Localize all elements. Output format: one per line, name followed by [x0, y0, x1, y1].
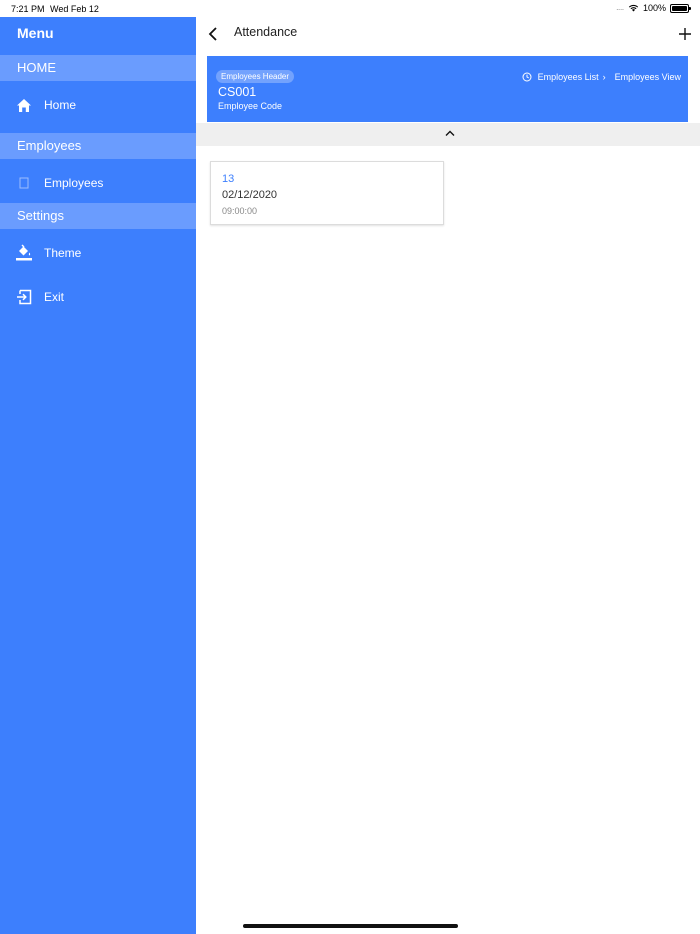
sidebar-item-label: Exit: [44, 290, 65, 304]
section-settings: Settings: [0, 203, 196, 229]
home-indicator: [243, 924, 458, 928]
section-employees: Employees: [0, 133, 196, 159]
attendance-record-card[interactable]: 13 02/12/2020 09:00:00: [210, 161, 444, 225]
menu-title: Menu: [17, 25, 54, 41]
sidebar-item-label: Home: [44, 98, 77, 112]
exit-icon: [15, 288, 33, 306]
sidebar-menu: Menu HOME Home Employees Employees Setti…: [0, 17, 196, 934]
employee-header-card: Employees Header CS001 Employee Code Emp…: [207, 56, 688, 122]
sidebar-item-label: Employees: [44, 176, 104, 190]
breadcrumb-separator-icon: ›: [602, 72, 606, 82]
collapse-header-button[interactable]: [196, 123, 700, 146]
header-chip: Employees Header: [216, 70, 295, 83]
wifi-icon: [628, 4, 639, 12]
breadcrumb-employees-view[interactable]: Employees View: [615, 72, 681, 82]
add-icon[interactable]: [678, 27, 692, 41]
record-date: 02/12/2020: [222, 189, 278, 201]
status-date: Wed Feb 12: [50, 4, 99, 14]
section-home: HOME: [0, 55, 196, 81]
sidebar-item-employees[interactable]: Employees: [0, 168, 196, 198]
employees-icon: [15, 174, 33, 192]
signal-icon: ....: [616, 4, 624, 12]
back-chevron-icon[interactable]: [206, 26, 220, 42]
sidebar-item-home[interactable]: Home: [0, 90, 196, 120]
top-navigation-bar: Attendance: [196, 17, 700, 55]
employee-code-label: Employee Code: [218, 101, 283, 111]
paint-bucket-icon: [15, 244, 33, 262]
sidebar-item-theme[interactable]: Theme: [0, 238, 196, 268]
sidebar-item-label: Theme: [44, 246, 82, 260]
status-indicators: .... 100%: [616, 3, 691, 13]
breadcrumb-employees-list[interactable]: Employees List: [538, 72, 599, 82]
chevron-up-icon: [445, 130, 455, 136]
record-id: 13: [222, 173, 235, 185]
clock-icon: [522, 72, 532, 82]
page-title: Attendance: [234, 25, 298, 39]
battery-icon: [670, 3, 691, 13]
sidebar-item-exit[interactable]: Exit: [0, 282, 196, 312]
status-bar: 7:21 PM Wed Feb 12 .... 100%: [0, 0, 700, 17]
employee-code-value: CS001: [218, 85, 257, 99]
breadcrumb: Employees List › Employees View: [522, 72, 681, 82]
battery-percent: 100%: [642, 3, 666, 13]
status-time: 7:21 PM: [11, 4, 45, 14]
home-icon: [15, 96, 33, 114]
record-time: 09:00:00: [222, 206, 258, 216]
